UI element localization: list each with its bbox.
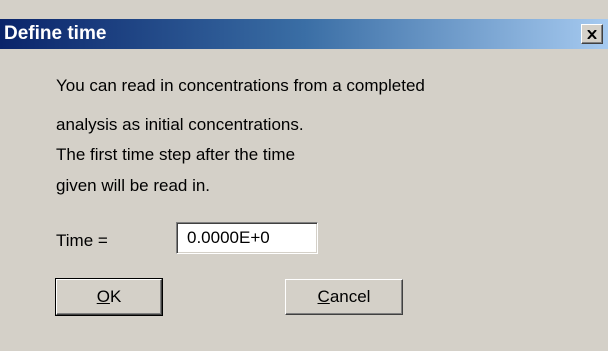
message-line-4: given will be read in. [56,176,211,195]
time-label: Time = [56,231,108,250]
ok-button[interactable]: OK [55,278,163,316]
ok-button-label: OK [96,287,122,306]
close-button[interactable] [581,24,603,44]
time-input[interactable] [176,222,318,254]
dialog-title: Define time [4,23,107,44]
cancel-button-label: Cancel [317,287,371,306]
close-icon [587,29,597,39]
define-time-dialog: Define time You can read in concentratio… [0,0,608,351]
message-line-2: analysis as initial concentrations. [56,115,304,134]
title-bar[interactable]: Define time [0,19,608,49]
cancel-button[interactable]: Cancel [285,279,403,315]
dialog-body: You can read in concentrations from a co… [0,49,608,351]
message-line-1: You can read in concentrations from a co… [56,76,425,95]
message-line-3: The first time step after the time [56,145,296,164]
